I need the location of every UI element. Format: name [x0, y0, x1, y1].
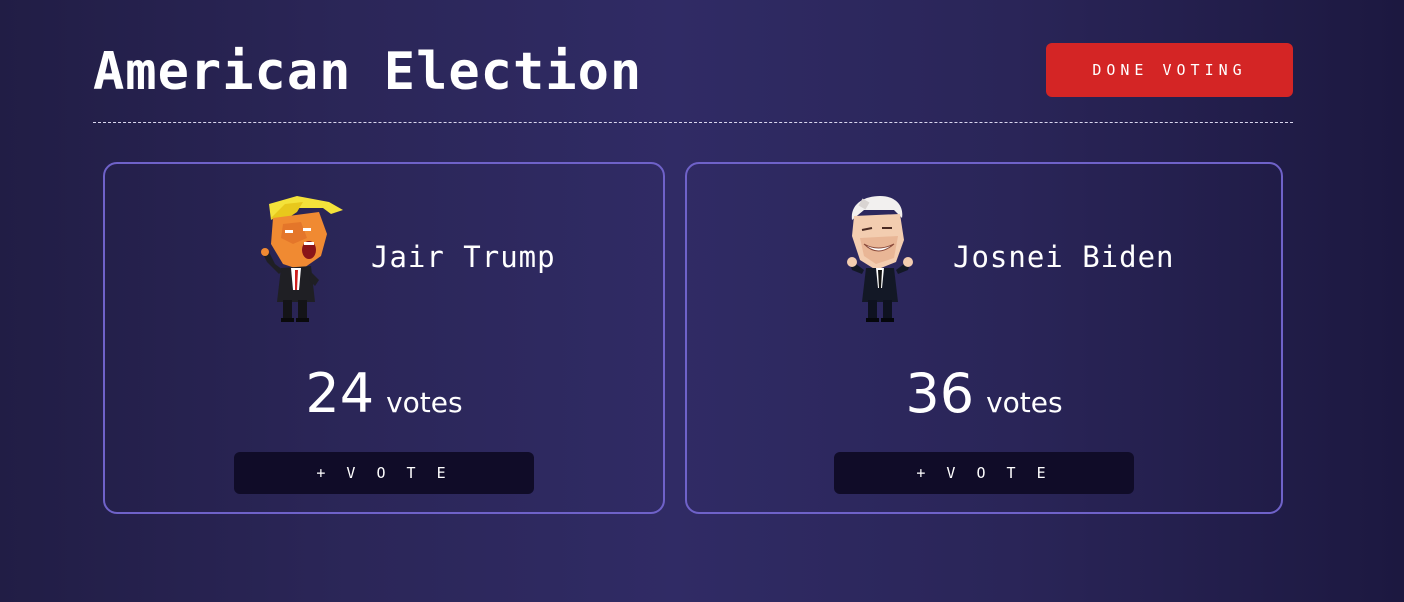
vote-tally: 36 votes: [687, 362, 1281, 425]
votes-label: votes: [386, 386, 463, 419]
candidate-name: Josnei Biden: [953, 240, 1175, 274]
candidate-card: Jair Trump 24 votes + V O T E: [103, 162, 665, 514]
vote-tally: 24 votes: [105, 362, 663, 425]
done-voting-button[interactable]: Done Voting: [1046, 43, 1293, 97]
page-title: American Election: [93, 42, 643, 102]
candidate-name: Jair Trump: [371, 240, 556, 274]
trump-caricature-icon: [261, 196, 343, 322]
vote-button[interactable]: + V O T E: [834, 452, 1134, 494]
candidate-card: Josnei Biden 36 votes + V O T E: [685, 162, 1283, 514]
vote-count: 24: [305, 362, 375, 425]
biden-caricature-icon: [847, 196, 913, 322]
votes-label: votes: [986, 386, 1063, 419]
vote-button[interactable]: + V O T E: [234, 452, 534, 494]
page-header: American Election Done Voting: [93, 38, 1293, 123]
vote-count: 36: [905, 362, 975, 425]
